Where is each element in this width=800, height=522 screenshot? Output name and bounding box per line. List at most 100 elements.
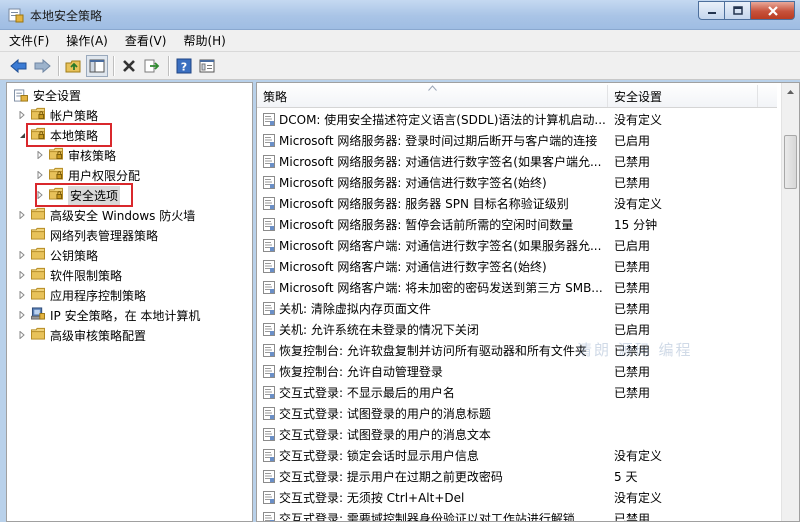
table-row[interactable]: 交互式登录: 无须按 Ctrl+Alt+Del 没有定义 <box>257 487 777 508</box>
table-row[interactable]: 恢复控制台: 允许自动管理登录 已禁用 <box>257 361 777 382</box>
policy-name: 关机: 清除虚拟内存页面文件 <box>279 302 431 316</box>
menu-bar: 文件(F) 操作(A) 查看(V) 帮助(H) <box>0 30 800 52</box>
folder-icon <box>27 327 50 343</box>
menu-file[interactable]: 文件(F) <box>0 30 57 52</box>
table-row[interactable]: 交互式登录: 试图登录的用户的消息文本 <box>257 424 777 445</box>
policy-setting: 5 天 <box>614 470 638 484</box>
policy-name: Microsoft 网络服务器: 服务器 SPN 目标名称验证级别 <box>279 197 569 211</box>
column-header-security-setting[interactable]: 安全设置 <box>608 83 758 108</box>
vertical-scrollbar[interactable] <box>781 83 799 521</box>
table-row[interactable]: Microsoft 网络客户端: 对通信进行数字签名(始终) 已禁用 <box>257 256 777 277</box>
tree-item[interactable]: 网络列表管理器策略 <box>17 225 158 245</box>
policy-name: 交互式登录: 无须按 Ctrl+Alt+Del <box>279 491 465 505</box>
collapsed-arrow-icon[interactable] <box>35 170 45 180</box>
table-row[interactable]: 关机: 允许系统在未登录的情况下关闭 已启用 <box>257 319 777 340</box>
tree-item[interactable]: 应用程序控制策略 <box>17 285 146 305</box>
toolbar-separator <box>113 55 114 76</box>
tree-item[interactable]: 高级安全 Windows 防火墙 <box>17 205 195 225</box>
up-folder-button[interactable] <box>63 55 85 77</box>
table-row[interactable]: 交互式登录: 试图登录的用户的消息标题 <box>257 403 777 424</box>
forward-button[interactable] <box>31 55 53 77</box>
window-title: 本地安全策略 <box>30 9 103 23</box>
policy-item-icon <box>263 113 275 126</box>
maximize-button[interactable] <box>724 1 751 20</box>
menu-view[interactable]: 查看(V) <box>116 30 175 52</box>
folder-icon <box>27 247 50 263</box>
policy-name: DCOM: 使用安全描述符定义语言(SDDL)语法的计算机启动... <box>279 113 606 127</box>
table-row[interactable]: Microsoft 网络客户端: 将未加密的密码发送到第三方 SMB... 已禁用 <box>257 277 777 298</box>
column-header-setting-label: 安全设置 <box>614 90 663 104</box>
table-row[interactable]: 交互式登录: 不显示最后的用户名 已禁用 <box>257 382 777 403</box>
table-row[interactable]: 交互式登录: 锁定会话时显示用户信息 没有定义 <box>257 445 777 466</box>
table-row[interactable]: 交互式登录: 需要域控制器身份验证以对工作站进行解锁 已禁用 <box>257 508 777 522</box>
policy-item-icon <box>263 260 275 273</box>
table-row[interactable]: DCOM: 使用安全描述符定义语言(SDDL)语法的计算机启动... 没有定义 <box>257 109 777 130</box>
collapsed-arrow-icon[interactable] <box>17 270 27 280</box>
policy-name: Microsoft 网络服务器: 暂停会话前所需的空闲时间数量 <box>279 218 574 232</box>
watermark: 清朗 源码 编程 <box>577 341 693 359</box>
tree-item[interactable]: 帐户策略 <box>17 105 98 125</box>
tree-item[interactable]: 软件限制策略 <box>17 265 122 285</box>
policy-name: 恢复控制台: 允许自动管理登录 <box>279 365 443 379</box>
folder-icon <box>27 287 50 303</box>
policy-item-icon <box>263 323 275 336</box>
collapsed-arrow-icon[interactable] <box>17 250 27 260</box>
tree-item[interactable]: 公钥策略 <box>17 245 98 265</box>
column-divider[interactable] <box>757 85 758 107</box>
show-tree-button[interactable] <box>86 54 108 77</box>
policy-setting: 已禁用 <box>614 176 651 190</box>
collapsed-arrow-icon[interactable] <box>17 110 27 120</box>
tree-item[interactable]: 用户权限分配 <box>35 165 140 185</box>
back-button[interactable] <box>8 55 30 77</box>
table-row[interactable]: Microsoft 网络服务器: 对通信进行数字签名(如果客户端允... 已禁用 <box>257 151 777 172</box>
help-button[interactable]: ? <box>173 55 195 77</box>
policy-name: 交互式登录: 试图登录的用户的消息标题 <box>279 407 491 421</box>
table-row[interactable]: Microsoft 网络服务器: 暂停会话前所需的空闲时间数量 15 分钟 <box>257 214 777 235</box>
policy-item-icon <box>263 386 275 399</box>
delete-button[interactable] <box>118 55 140 77</box>
table-row[interactable]: Microsoft 网络服务器: 服务器 SPN 目标名称验证级别 没有定义 <box>257 193 777 214</box>
table-row[interactable]: 交互式登录: 提示用户在过期之前更改密码 5 天 <box>257 466 777 487</box>
table-row[interactable]: 恢复控制台: 允许软盘复制并访问所有驱动器和所有文件夹 已禁用 <box>257 340 777 361</box>
collapsed-arrow-icon[interactable] <box>17 310 27 320</box>
menu-action[interactable]: 操作(A) <box>57 30 116 52</box>
policy-item-icon <box>263 239 275 252</box>
close-button[interactable] <box>750 1 795 20</box>
minimize-button[interactable] <box>698 1 725 20</box>
properties-button[interactable] <box>196 55 218 77</box>
tree-item[interactable]: 审核策略 <box>35 145 116 165</box>
delete-icon <box>123 59 135 72</box>
menu-help[interactable]: 帮助(H) <box>174 30 233 52</box>
table-row[interactable]: Microsoft 网络服务器: 登录时间过期后断开与客户端的连接 已启用 <box>257 130 777 151</box>
collapsed-arrow-icon[interactable] <box>17 210 27 220</box>
collapsed-arrow-icon[interactable] <box>17 290 27 300</box>
policy-name: 关机: 允许系统在未登录的情况下关闭 <box>279 323 479 337</box>
toolbar-separator <box>168 55 169 76</box>
policy-item-icon <box>263 281 275 294</box>
list-header: 策略 安全设置 <box>257 83 777 108</box>
tree-item[interactable]: 高级审核策略配置 <box>17 325 146 345</box>
collapsed-arrow-icon[interactable] <box>35 150 45 160</box>
scrollbar-thumb[interactable] <box>784 135 797 189</box>
security-policy-icon <box>8 8 24 23</box>
policy-name: Microsoft 网络客户端: 将未加密的密码发送到第三方 SMB... <box>279 281 603 295</box>
policy-name: 交互式登录: 锁定会话时显示用户信息 <box>279 449 479 463</box>
policy-setting: 已禁用 <box>614 512 651 522</box>
policy-setting: 已禁用 <box>614 155 651 169</box>
toolbar-separator <box>58 55 59 76</box>
tree-root[interactable]: 安全设置 <box>13 85 81 105</box>
table-row[interactable]: Microsoft 网络客户端: 对通信进行数字签名(如果服务器允... 已启用 <box>257 235 777 256</box>
table-row[interactable]: Microsoft 网络服务器: 对通信进行数字签名(始终) 已禁用 <box>257 172 777 193</box>
title-bar: 本地安全策略 <box>0 0 800 30</box>
policy-item-icon <box>263 428 275 441</box>
policy-setting: 15 分钟 <box>614 218 658 232</box>
scroll-up-button[interactable] <box>782 83 799 100</box>
tree-item[interactable]: IP 安全策略，在 本地计算机 <box>17 305 200 325</box>
table-row[interactable]: 关机: 清除虚拟内存页面文件 已禁用 <box>257 298 777 319</box>
collapsed-arrow-icon[interactable] <box>17 330 27 340</box>
export-button[interactable] <box>141 55 163 77</box>
back-icon <box>10 58 27 73</box>
tree-item-label: 网络列表管理器策略 <box>50 228 159 243</box>
policy-item-icon <box>263 218 275 231</box>
